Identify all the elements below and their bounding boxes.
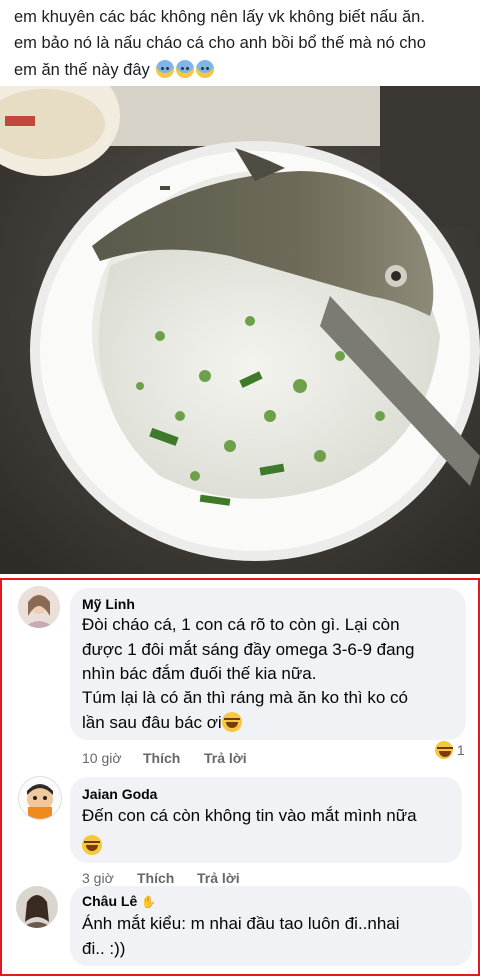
- comment-text-line: nhìn bác đắm đuối thế kia nữa.: [82, 664, 317, 683]
- comment-text-line: được 1 đôi mắt sáng đầy omega 3-6-9 đang: [82, 640, 415, 659]
- comment-text-line: Ánh mắt kiểu: m nhai đầu tao luôn đi..nh…: [82, 914, 400, 933]
- avatar[interactable]: [18, 586, 60, 628]
- anxious-face-icon: [176, 60, 195, 78]
- comment-author[interactable]: Jaian Goda: [82, 786, 157, 802]
- wave-hand-icon: ✋: [141, 895, 157, 909]
- laughing-face-icon: [221, 712, 242, 732]
- user-avatar-icon: [16, 886, 58, 928]
- avatar[interactable]: [18, 776, 62, 820]
- post-text-line-3: em ăn thế này đây: [14, 61, 150, 79]
- comment-text-last: lần sau đâu bác ơi: [82, 713, 222, 732]
- comment-text-line: Đòi cháo cá, 1 con cá rõ to còn gì. Lại …: [82, 615, 400, 634]
- reaction-summary[interactable]: 1: [435, 741, 471, 759]
- anxious-face-icon: [156, 60, 175, 78]
- post-text-line: em khuyên các bác không nên lấy vk không…: [14, 8, 425, 26]
- laughing-face-icon: [435, 741, 453, 759]
- comment-author-name: Châu Lê: [82, 893, 138, 909]
- comment-emoji-line: [82, 835, 102, 856]
- post-photo[interactable]: [0, 86, 480, 574]
- comment-author[interactable]: Mỹ Linh: [82, 596, 135, 612]
- post-text-line: em ăn thế này đây: [14, 60, 215, 80]
- post-text-line: em bảo nó là nấu cháo cá cho anh bồi bổ …: [14, 34, 426, 52]
- like-button[interactable]: Thích: [137, 870, 174, 886]
- fish-porridge-image: [0, 86, 480, 574]
- cartoon-avatar-icon: [19, 777, 61, 819]
- reply-button[interactable]: Trả lời: [197, 870, 240, 886]
- comment-text-line: Túm lại là có ăn thì ráng mà ăn ko thì k…: [82, 688, 408, 707]
- grinning-sweat-icon: [82, 835, 102, 855]
- reply-button[interactable]: Trả lời: [204, 750, 247, 766]
- user-avatar-icon: [18, 586, 60, 628]
- avatar[interactable]: [16, 886, 58, 928]
- post-caption: em khuyên các bác không nên lấy vk không…: [0, 0, 480, 86]
- anxious-face-icon: [196, 60, 215, 78]
- like-button[interactable]: Thích: [143, 750, 180, 766]
- comment-time: 3 giờ: [82, 870, 114, 886]
- comment-time: 10 giờ: [82, 750, 122, 766]
- comment-author[interactable]: Châu Lê ✋: [82, 893, 156, 909]
- comment-text-line: lần sau đâu bác ơi: [82, 712, 242, 733]
- comment-text-line: đi.. :)): [82, 939, 126, 958]
- comment-text-line: Đến con cá còn không tin vào mắt mình nữ…: [82, 806, 417, 825]
- reaction-count: 1: [456, 742, 465, 758]
